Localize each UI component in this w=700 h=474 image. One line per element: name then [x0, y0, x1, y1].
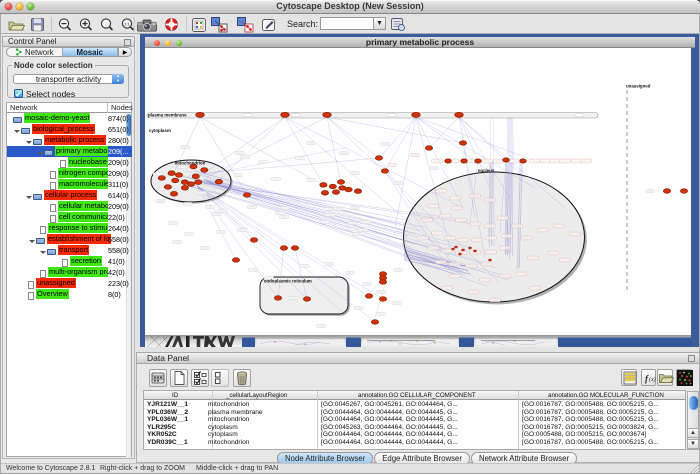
svg-text:endoplasmic reticulum: endoplasmic reticulum [264, 279, 312, 284]
svg-text:plasma membrane: plasma membrane [148, 112, 187, 117]
svg-text:(x): (x) [649, 376, 656, 383]
svg-text:unassigned: unassigned [626, 84, 651, 89]
svg-text:mitochondrion: mitochondrion [175, 161, 206, 166]
svg-text:cytoplasm: cytoplasm [149, 128, 171, 133]
svg-text:1:1: 1:1 [124, 21, 130, 26]
svg-text:nucleus: nucleus [478, 168, 495, 173]
